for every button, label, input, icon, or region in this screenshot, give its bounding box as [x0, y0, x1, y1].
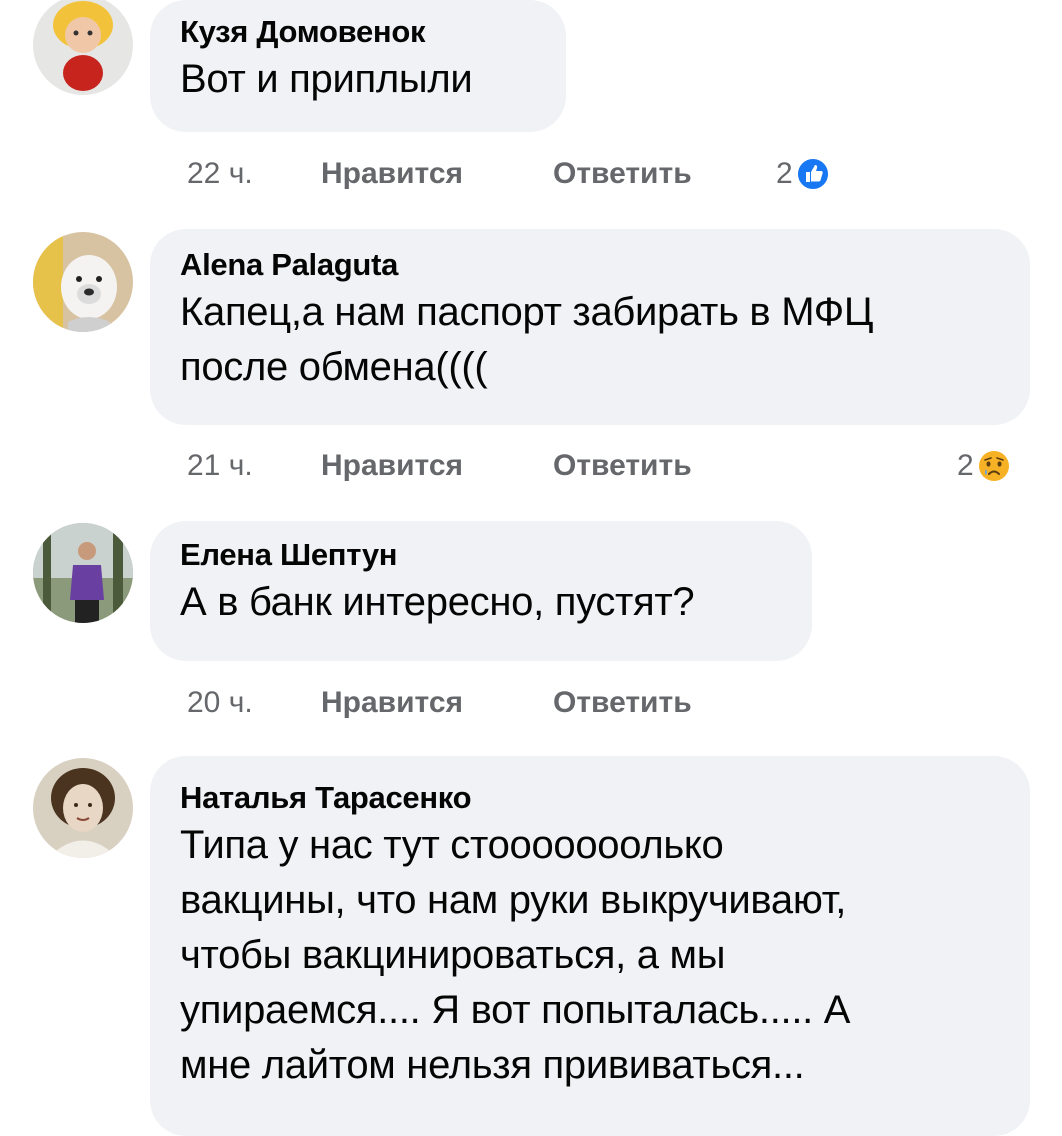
comment-text-line: чтобы вакцинироваться, а мы — [180, 933, 726, 977]
like-button[interactable]: Нравится — [321, 446, 553, 486]
reaction-count: 2 — [776, 157, 793, 190]
comment-text-line: после обмена(((( — [180, 345, 488, 389]
avatar-image-woman-outdoors — [33, 523, 133, 623]
comment-time[interactable]: 20 ч. — [187, 683, 321, 723]
comment-bubble: Кузя Домовенок Вот и приплыли — [150, 0, 566, 132]
comment-text-line: мне лайтом нельзя прививаться... — [180, 1043, 805, 1087]
comment-bubble: Елена Шептун А в банк интересно, пустят? — [150, 521, 812, 661]
comment-author[interactable]: Наталья Тарасенко — [180, 778, 1000, 818]
comment-author[interactable]: Кузя Домовенок — [180, 12, 536, 52]
avatar-image-vintage-portrait — [33, 758, 133, 858]
avatar[interactable] — [33, 523, 133, 623]
avatar[interactable] — [33, 758, 133, 858]
avatar-image-dog — [33, 232, 133, 332]
reaction-summary[interactable]: 2 — [957, 446, 1011, 486]
comment-actions: 22 ч. Нравится Ответить — [187, 154, 692, 194]
reply-button[interactable]: Ответить — [553, 446, 692, 486]
comment-text: А в банк интересно, пустят? — [180, 580, 695, 624]
comment-actions: 21 ч. Нравится Ответить — [187, 446, 692, 486]
comment-text-line: Типа у нас тут стооооооолько — [180, 823, 724, 867]
comment-author[interactable]: Alena Palaguta — [180, 245, 1000, 285]
like-button[interactable]: Нравится — [321, 154, 553, 194]
comment-time[interactable]: 21 ч. — [187, 446, 321, 486]
like-icon — [795, 157, 830, 191]
sad-icon — [978, 451, 1009, 481]
comment-text: Вот и приплыли — [180, 57, 473, 101]
comment-time[interactable]: 22 ч. — [187, 154, 321, 194]
comment-text-line: Капец,а нам паспорт забирать в МФЦ — [180, 290, 874, 334]
reply-button[interactable]: Ответить — [553, 154, 692, 194]
comment-bubble: Наталья Тарасенко Типа у нас тут стооооо… — [150, 756, 1030, 1136]
avatar-image-doll — [33, 0, 133, 95]
avatar[interactable] — [33, 0, 133, 95]
reaction-count: 2 — [957, 449, 974, 482]
avatar[interactable] — [33, 232, 133, 332]
reply-button[interactable]: Ответить — [553, 683, 692, 723]
like-button[interactable]: Нравится — [321, 683, 553, 723]
reaction-summary[interactable]: 2 — [776, 154, 830, 194]
comment-text-line: упираемся.... Я вот попыталась..... А — [180, 988, 851, 1032]
comment-text-line: вакцины, что нам руки выкручивают, — [180, 878, 847, 922]
comment-author[interactable]: Елена Шептун — [180, 535, 782, 575]
comment-actions: 20 ч. Нравится Ответить — [187, 683, 692, 723]
comment-bubble: Alena Palaguta Капец,а нам паспорт забир… — [150, 229, 1030, 425]
